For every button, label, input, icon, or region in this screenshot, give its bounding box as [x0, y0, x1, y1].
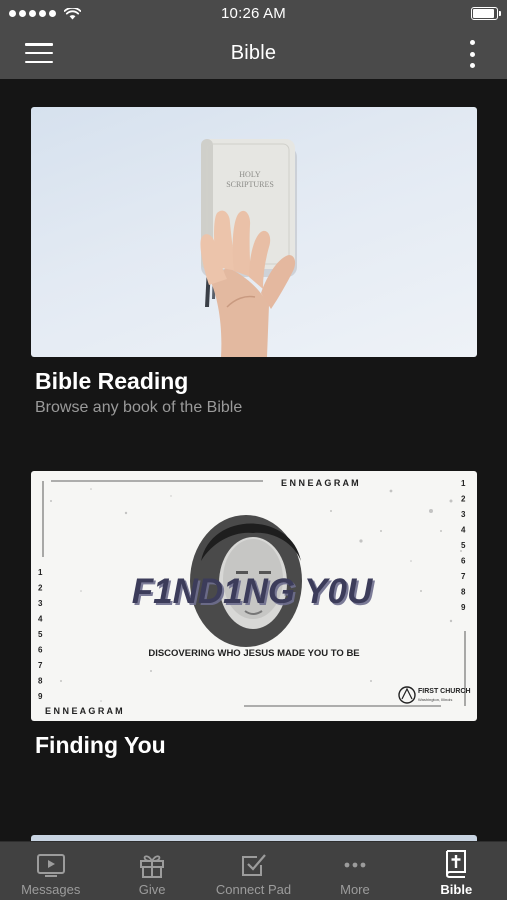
enneagram-number-right: 3 [461, 510, 466, 519]
svg-text:HOLY: HOLY [239, 170, 261, 179]
enneagram-number-right: 6 [461, 557, 466, 566]
battery-level [473, 9, 495, 18]
tab-give[interactable]: Give [101, 842, 202, 900]
tab-connect-pad[interactable]: Connect Pad [203, 842, 304, 900]
enneagram-number-right: 2 [461, 495, 466, 504]
battery-icon [471, 7, 501, 20]
tab-messages[interactable]: Messages [0, 842, 101, 900]
bible-cross-icon [446, 850, 467, 878]
finding-you-image: E N N E A G R A M E N N E A G R A M 1 2 3 4… [31, 471, 477, 721]
tab-label: Connect Pad [215, 882, 292, 897]
enneagram-number-left: 9 [38, 692, 43, 701]
enneagram-number-left: 4 [38, 615, 43, 624]
signal-strength-icon [9, 7, 81, 20]
tab-label: Messages [21, 882, 81, 897]
gift-icon [140, 855, 165, 878]
enneagram-number-right: 1 [461, 479, 466, 488]
enneagram-number-left: 8 [38, 677, 43, 686]
enneagram-number-left: 7 [38, 661, 43, 670]
card-title: Finding You [35, 732, 166, 758]
card-bible-reading[interactable]: HOLY SCRIPTURES Bible Reading Browse any… [31, 107, 477, 417]
tv-play-icon [36, 854, 65, 877]
svg-text:F1ND1NG Y0U: F1ND1NG Y0U [132, 572, 373, 611]
enneagram-number-right: 7 [461, 572, 466, 581]
more-dots-icon [344, 862, 366, 868]
card-subtitle: Browse any book of the Bible [35, 399, 243, 416]
more-options-icon[interactable] [467, 40, 477, 68]
card-title: Bible Reading [35, 368, 189, 394]
content-list[interactable]: HOLY SCRIPTURES Bible Reading Browse any… [0, 79, 507, 841]
enneagram-number-left: 3 [38, 599, 43, 608]
enneagram-number-left: 1 [38, 568, 43, 577]
enneagram-number-left: 2 [38, 584, 43, 593]
svg-text:DISCOVERING WHO JESUS MADE YOU: DISCOVERING WHO JESUS MADE YOU TO BE [148, 648, 359, 659]
hamburger-menu-icon[interactable] [24, 41, 54, 65]
enneagram-number-right: 4 [461, 526, 466, 535]
page-title: Bible [230, 41, 277, 64]
tab-bar: Messages Give Connect Pad More Bible [0, 841, 507, 900]
checkbox-icon [241, 854, 266, 876]
status-bar: 10:26 AM [0, 0, 507, 27]
enneagram-number-right: 9 [461, 603, 466, 612]
tab-label: Give [138, 882, 166, 897]
enneagram-number-right: 8 [461, 588, 466, 597]
nav-bar: Bible [0, 27, 507, 79]
svg-text:E N N E A G R A M: E N N E A G R A M [45, 706, 123, 716]
bible-reading-image: HOLY SCRIPTURES [31, 107, 477, 357]
card-finding-you[interactable]: E N N E A G R A M E N N E A G R A M 1 2 3 4… [31, 471, 477, 759]
enneagram-number-left: 6 [38, 646, 43, 655]
tab-more[interactable]: More [304, 842, 405, 900]
tab-label: Bible [440, 882, 473, 897]
wifi-icon [64, 7, 81, 19]
tab-label: More [340, 882, 370, 897]
svg-text:E N N E A G R A M: E N N E A G R A M [281, 478, 359, 488]
enneagram-number-right: 5 [461, 541, 466, 550]
svg-text:SCRIPTURES: SCRIPTURES [226, 180, 274, 189]
svg-text:FIRST CHURCH: FIRST CHURCH [418, 688, 471, 695]
enneagram-number-left: 5 [38, 630, 43, 639]
svg-text:Washington, Illinois: Washington, Illinois [418, 697, 452, 702]
tab-bible[interactable]: Bible [406, 842, 507, 900]
